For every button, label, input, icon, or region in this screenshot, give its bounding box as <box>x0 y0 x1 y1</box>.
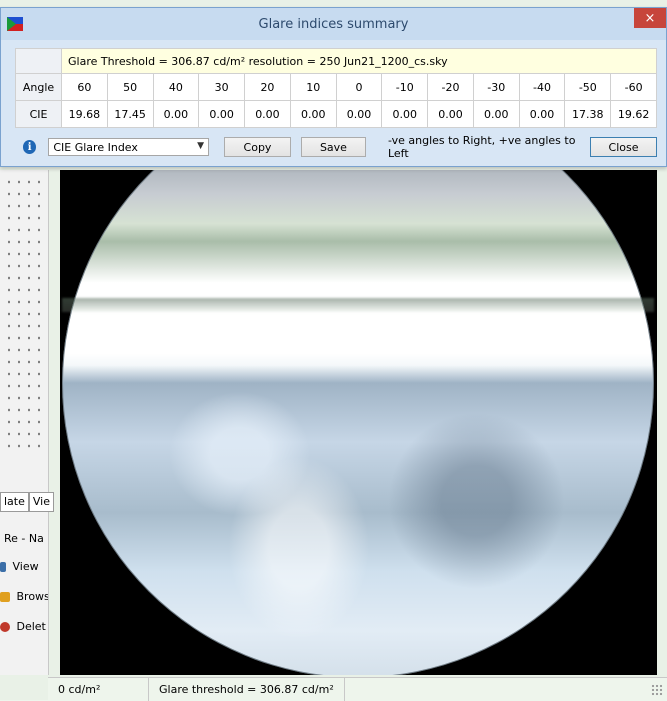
angle-cell: -40 <box>518 73 566 101</box>
status-luminance: 0 cd/m² <box>48 678 149 701</box>
cie-cell: 0.00 <box>381 100 429 128</box>
cie-cell: 0.00 <box>289 100 337 128</box>
angle-cell: 10 <box>289 73 337 101</box>
dialog-titlebar[interactable]: Glare indices summary × <box>1 8 666 40</box>
angle-direction-hint: -ve angles to Right, +ve angles to Left <box>387 134 576 160</box>
save-button[interactable]: Save <box>300 137 366 157</box>
angle-cell: -60 <box>610 73 657 101</box>
fisheye-sphere-image <box>62 170 654 675</box>
angle-cell: -30 <box>472 73 520 101</box>
rename-label: Re - Na <box>4 532 44 545</box>
dialog-title: Glare indices summary <box>258 16 409 32</box>
table-corner <box>15 48 62 74</box>
delete-icon <box>0 622 10 632</box>
tab-late[interactable]: late <box>0 492 29 512</box>
cie-cell: 0.00 <box>335 100 383 128</box>
cie-cell: 19.62 <box>610 100 657 128</box>
view-icon <box>0 562 6 572</box>
dialog-controls: i CIE Glare Index ▼ Copy Save -ve angles… <box>15 134 657 160</box>
angle-cell: -20 <box>427 73 474 101</box>
angle-cell: -50 <box>564 73 612 101</box>
cie-row-header: CIE <box>15 100 62 128</box>
delete-label: Delet <box>16 620 46 633</box>
glare-table: Glare Threshold = 306.87 cd/m² resolutio… <box>15 48 657 128</box>
angle-cell: 0 <box>335 73 383 101</box>
browse-label: Brows <box>16 590 49 603</box>
left-panel-tabs: late Vie <box>0 492 54 512</box>
view-label: View <box>12 560 39 573</box>
angle-cell: 20 <box>244 73 291 101</box>
info-row: Glare Threshold = 306.87 cd/m² resolutio… <box>15 48 657 74</box>
cie-cell: 17.38 <box>564 100 612 128</box>
resize-grip-icon[interactable] <box>651 683 663 696</box>
close-icon: × <box>644 10 656 26</box>
horizon-band <box>62 298 654 312</box>
cie-cell: 0.00 <box>427 100 474 128</box>
close-window-button[interactable]: × <box>634 8 666 28</box>
status-bar: 0 cd/m² Glare threshold = 306.87 cd/m² <box>48 677 667 701</box>
cie-cell: 17.45 <box>106 100 154 128</box>
info-icon[interactable]: i <box>23 140 37 154</box>
view-button[interactable]: View <box>0 560 48 573</box>
dot-grid <box>4 176 44 456</box>
angle-row: Angle 60 50 40 30 20 10 0 -10 -20 -30 -4… <box>15 73 657 101</box>
status-glare-threshold: Glare threshold = 306.87 cd/m² <box>149 678 345 701</box>
glare-summary-dialog: Glare indices summary × Glare Threshold … <box>0 7 667 167</box>
tab-view[interactable]: Vie <box>28 492 54 512</box>
cie-cell: 0.00 <box>518 100 566 128</box>
close-button[interactable]: Close <box>590 137 657 157</box>
angle-row-header: Angle <box>15 73 62 101</box>
chevron-down-icon: ▼ <box>197 141 205 151</box>
fisheye-view[interactable] <box>60 170 657 675</box>
cie-cell: 0.00 <box>472 100 520 128</box>
angle-cell: 40 <box>152 73 200 101</box>
delete-button[interactable]: Delet <box>0 620 48 633</box>
left-panel: late Vie Re - Na View Brows Delet <box>0 170 54 675</box>
cie-row: CIE 19.68 17.45 0.00 0.00 0.00 0.00 0.00… <box>15 100 657 128</box>
cie-cell: 0.00 <box>198 100 246 128</box>
angle-cell: 60 <box>61 73 108 101</box>
glare-info-text: Glare Threshold = 306.87 cd/m² resolutio… <box>61 48 657 74</box>
angle-cell: 30 <box>198 73 246 101</box>
cie-cell: 19.68 <box>61 100 108 128</box>
browse-button[interactable]: Brows <box>0 590 48 603</box>
folder-icon <box>0 592 10 602</box>
glare-index-select[interactable]: CIE Glare Index ▼ <box>48 138 210 156</box>
angle-cell: 50 <box>106 73 154 101</box>
cie-cell: 0.00 <box>152 100 200 128</box>
glare-index-select-value: CIE Glare Index <box>53 140 138 154</box>
app-icon <box>7 17 23 31</box>
angle-cell: -10 <box>381 73 429 101</box>
copy-button[interactable]: Copy <box>224 137 291 157</box>
rename-item[interactable]: Re - Na <box>0 530 48 547</box>
glare-table-container: Glare Threshold = 306.87 cd/m² resolutio… <box>15 48 657 128</box>
cie-cell: 0.00 <box>244 100 291 128</box>
